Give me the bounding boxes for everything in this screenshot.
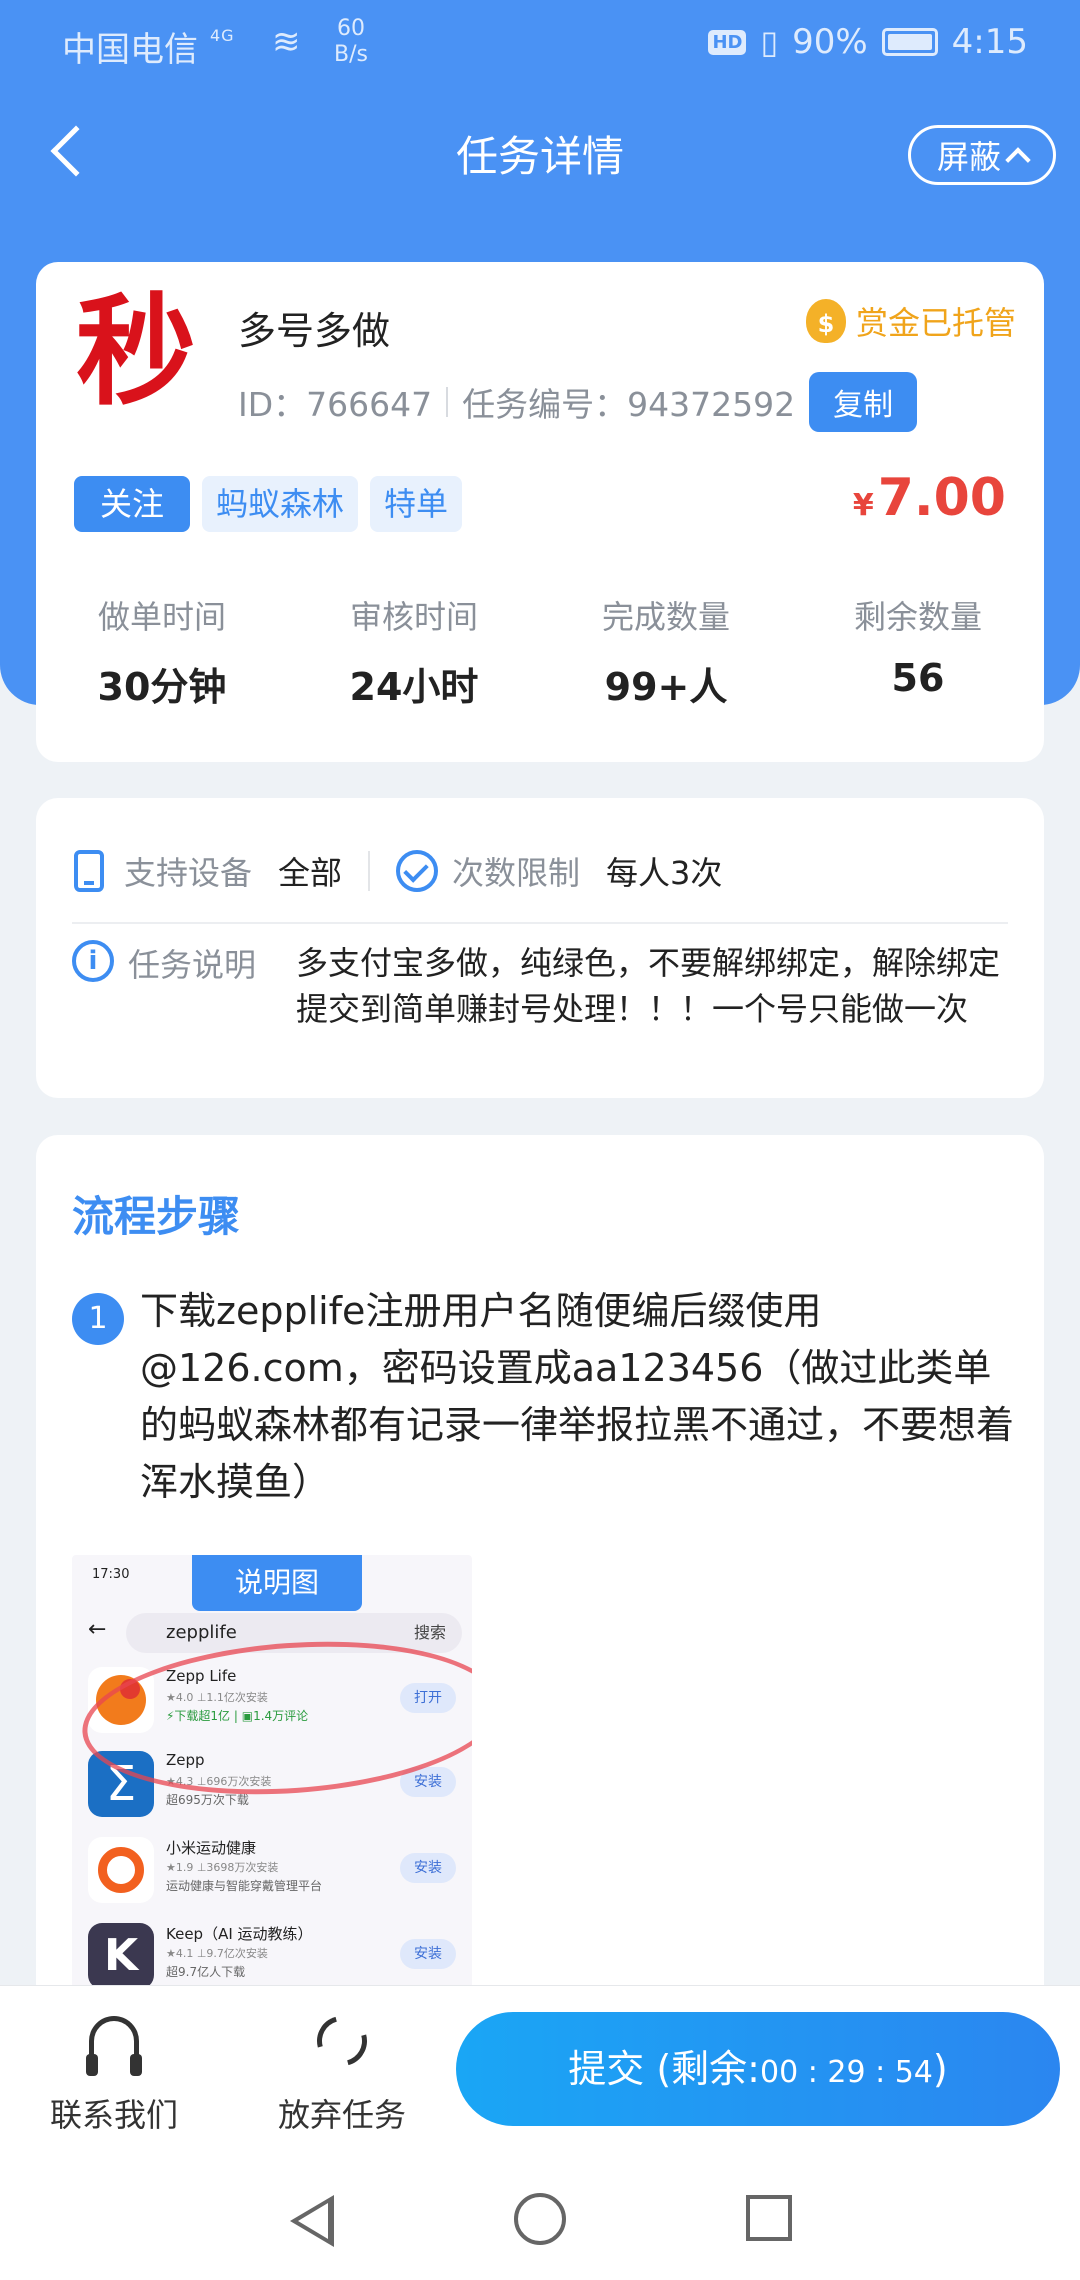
task-id: ID：766647 (238, 385, 433, 424)
task-name: 多号多做 (238, 309, 391, 353)
limit-label: 次数限制 (452, 854, 581, 892)
battery-icon (881, 28, 938, 56)
battery-percent: 90% (792, 22, 868, 62)
limit-value: 每人3次 (606, 854, 723, 892)
description-label: 任务说明 (128, 946, 257, 984)
divider (72, 922, 1008, 924)
copy-button[interactable]: 复制 (809, 372, 918, 432)
stat-remaining: 剩余数量 56 (853, 598, 982, 700)
steps-title: 流程步骤 (72, 1192, 241, 1241)
refresh-icon (307, 2006, 377, 2076)
step-number-badge: 1 (72, 1293, 124, 1345)
illustration-tag: 说明图 (192, 1555, 362, 1611)
divider (368, 851, 371, 891)
clock: 4:15 (951, 22, 1028, 62)
keep-icon: K (88, 1923, 154, 1989)
follow-button[interactable]: 关注 (74, 476, 191, 532)
device-label: 支持设备 (124, 854, 253, 892)
check-circle-icon (396, 850, 439, 892)
headset-icon (86, 2016, 142, 2076)
countdown: 00 : 29 : 54 (760, 2055, 933, 2090)
chevron-up-icon (1005, 147, 1031, 173)
hd-icon: HD (708, 29, 747, 55)
stat-review-time: 审核时间 24小时 (349, 598, 479, 709)
nav-header: 任务详情 屏蔽 (0, 95, 1080, 220)
steps-card: 流程步骤 1 下载zepplife注册用户名随便编后缀使用@126.com，密码… (36, 1135, 1044, 2035)
vibrate-icon: ▯ (760, 23, 779, 61)
description-text: 多支付宝多做，纯绿色，不要解绑绑定，解除绑定提交到简单赚封号处理！！！一个号只能… (296, 944, 1001, 1028)
step-illustration[interactable]: 17:30 说明图 ← zepplife 搜索 Zepp Life ★4.0 ⊥… (72, 1555, 472, 2035)
list-item: 小米运动健康 ★1.9 ⊥3698万次安装 运动健康与智能穿戴管理平台 安装 (88, 1837, 460, 1917)
carrier-name: 中国电信 (62, 30, 198, 70)
network-type: 4G (210, 26, 235, 45)
status-bar: 中国电信 4G ≋ 60 B/s HD ▯ 90% 4:15 (0, 0, 1080, 95)
task-summary-card: 秒 多号多做 ID：766647 任务编号：94372592 复制 $ 赏金已托… (36, 262, 1044, 762)
description-row: i 任务说明 多支付宝多做，纯绿色，不要解绑绑定，解除绑定提交到简单赚封号处理！… (72, 940, 1026, 1032)
money-bag-icon: $ (805, 299, 846, 343)
nav-home-icon[interactable] (514, 2193, 566, 2245)
task-ids: ID：766647 任务编号：94372592 复制 (238, 372, 918, 432)
tag-platform: 蚂蚁森林 (202, 476, 359, 532)
nav-recents-icon[interactable] (746, 2195, 792, 2241)
task-info-card: 支持设备 全部 次数限制 每人3次 i 任务说明 多支付宝多做，纯绿色，不要解绑… (36, 798, 1044, 1098)
shield-toggle-button[interactable]: 屏蔽 (908, 125, 1056, 185)
bottom-action-bar: 联系我们 放弃任务 提交 (剩余:00 : 29 : 54) (0, 1985, 1080, 2155)
task-number: 任务编号：94372592 (462, 385, 796, 424)
escrow-badge: $ 赏金已托管 (805, 298, 1016, 344)
abandon-task-button[interactable]: 放弃任务 (262, 2006, 422, 2136)
device-limit-row: 支持设备 全部 次数限制 每人3次 (74, 848, 722, 894)
task-price: ¥7.00 (852, 468, 1006, 528)
nav-back-icon[interactable] (290, 2195, 334, 2247)
stat-work-time: 做单时间 30分钟 (97, 598, 227, 709)
task-logo: 秒 (76, 281, 196, 422)
wifi-icon: ≋ (272, 22, 301, 62)
system-nav-bar (0, 2155, 1080, 2280)
task-stats: 做单时间 30分钟 审核时间 24小时 完成数量 99+人 剩余数量 56 (36, 592, 1044, 711)
network-speed: 60 B/s (334, 16, 368, 67)
phone-icon (74, 850, 104, 892)
device-value: 全部 (278, 854, 343, 892)
mi-fitness-icon (88, 1837, 154, 1903)
back-arrow-icon: ← (88, 1617, 107, 1642)
info-icon: i (72, 940, 114, 982)
contact-button[interactable]: 联系我们 (34, 2016, 194, 2136)
tag-special: 特单 (370, 476, 463, 532)
submit-button[interactable]: 提交 (剩余:00 : 29 : 54) (456, 2012, 1060, 2126)
divider (446, 387, 449, 417)
step-text: 下载zepplife注册用户名随便编后缀使用@126.com，密码设置成aa12… (140, 1289, 1015, 1504)
stat-completed: 完成数量 99+人 (601, 598, 730, 709)
task-tags: 关注 蚂蚁森林 特单 (74, 476, 463, 532)
